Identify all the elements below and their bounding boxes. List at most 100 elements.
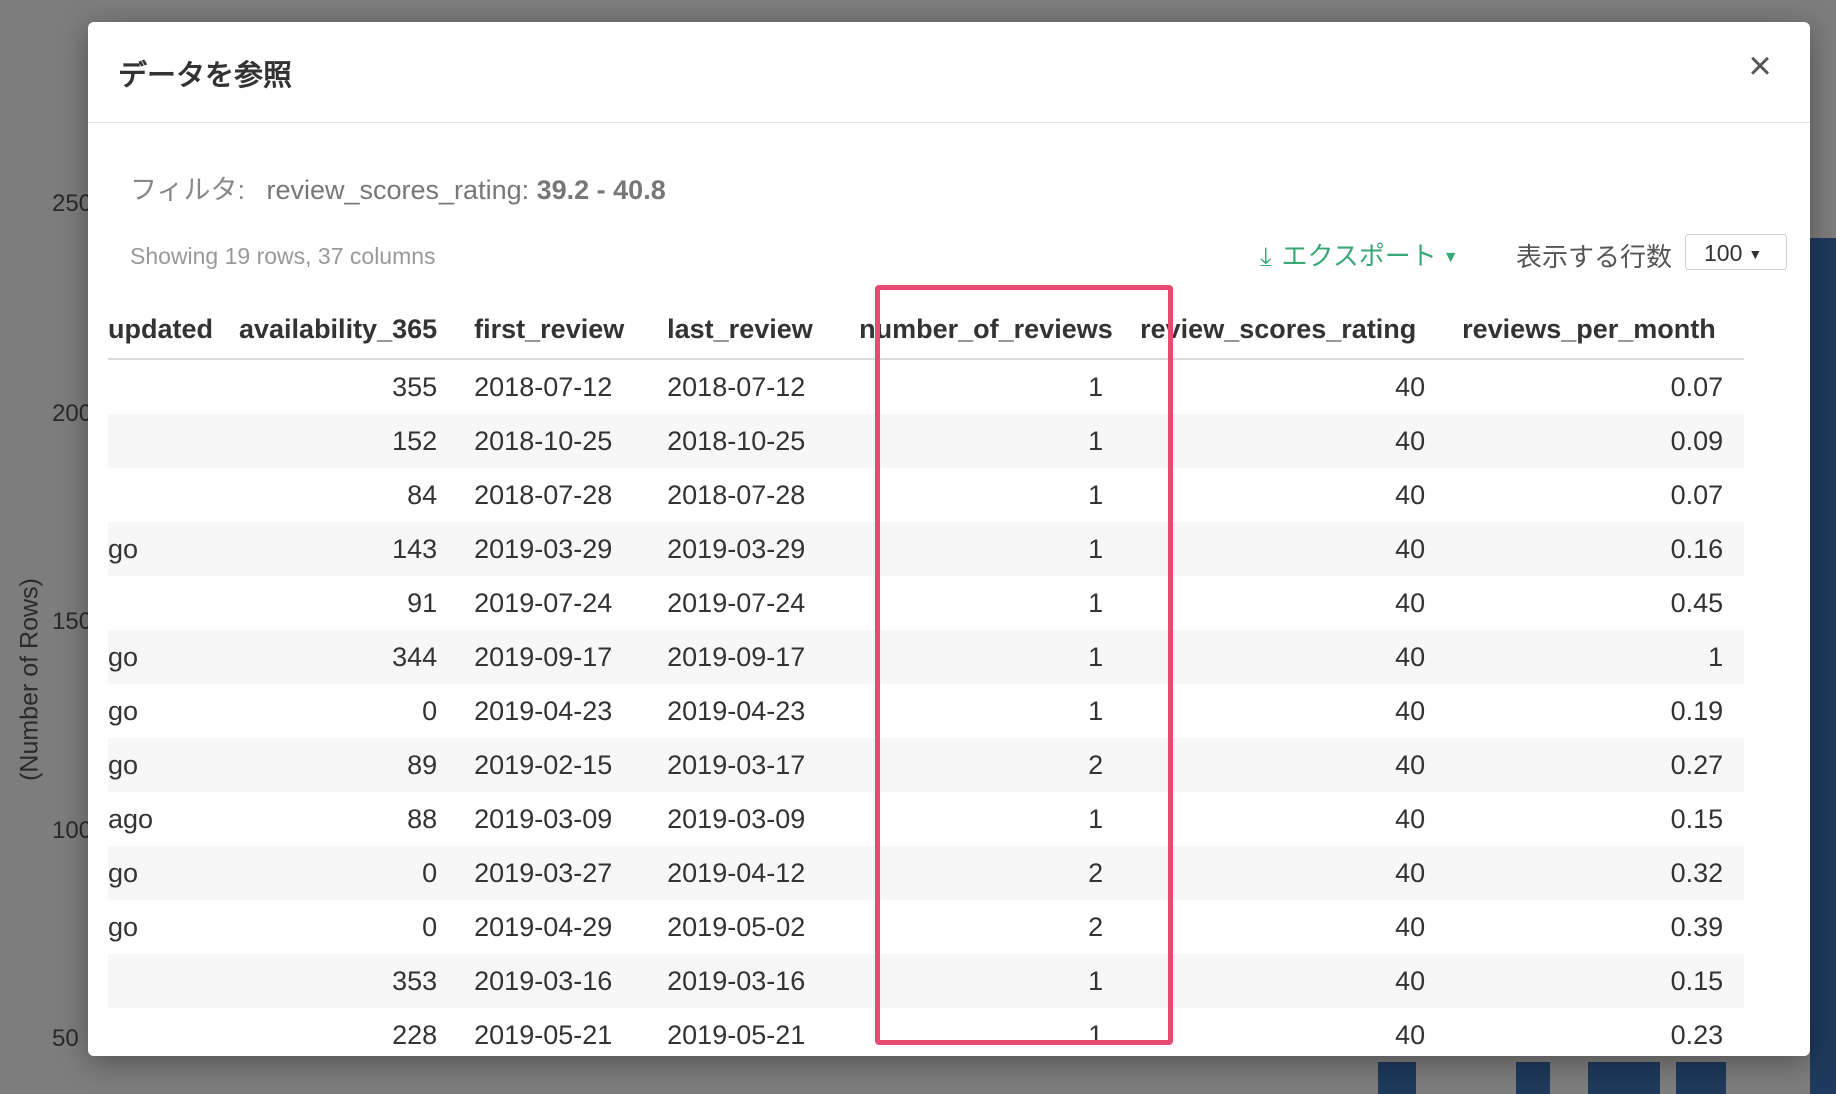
download-icon: ⤓ (1260, 241, 1272, 271)
table-cell: 0.15 (1446, 954, 1745, 1008)
table-cell: 0.27 (1446, 738, 1745, 792)
table-cell: go (108, 846, 239, 900)
table-cell: 2 (1088, 911, 1104, 942)
table-cell: 40 (1124, 522, 1447, 576)
column-header[interactable]: last_review (651, 300, 844, 360)
filter-summary: フィルタ: review_scores_rating: 39.2 - 40.8 (130, 168, 666, 207)
data-table: updated availability_365 first_review la… (108, 300, 1745, 1056)
table-cell: 143 (239, 522, 459, 576)
table-cell: 2019-09-17 (458, 630, 652, 684)
table-cell: 1 (1088, 371, 1104, 402)
table-cell (108, 576, 239, 630)
table-cell: 0.15 (1670, 803, 1724, 834)
table-cell: 40 (1395, 587, 1426, 618)
y-tick-label: 150 (52, 608, 93, 635)
table-cell: 2019-03-29 (458, 522, 652, 576)
table-cell: go (108, 911, 139, 942)
table-row[interactable]: 228 2019-05-21 2019-05-21 1 40 0.23 (108, 1008, 1744, 1056)
table-cell: go (108, 738, 239, 792)
table-cell: 40 (1124, 738, 1447, 792)
table-cell: 0.07 (1670, 479, 1724, 510)
export-button[interactable]: ⤓ エクスポート ▼ (1260, 236, 1459, 273)
table-cell: go (108, 695, 139, 726)
table-row[interactable]: go 0 2019-04-23 2019-04-23 1 40 0.19 (108, 684, 1744, 738)
chart-bar (1588, 1062, 1660, 1094)
table-cell: 1 (1088, 587, 1104, 618)
table-cell: 2019-03-09 (667, 803, 806, 834)
table-row[interactable]: go 0 2019-03-27 2019-04-12 2 40 0.32 (108, 846, 1745, 900)
modal-title: データを参照 (118, 60, 293, 92)
modal-header: データを参照 × (88, 22, 1810, 123)
table-cell: 2019-05-02 (667, 911, 806, 942)
column-header[interactable]: updated (108, 300, 239, 360)
table-cell: 1 (843, 522, 1125, 576)
table-cell: 2019-03-09 (474, 803, 613, 834)
table-row[interactable]: 91 2019-07-24 2019-07-24 1 40 0.45 (108, 576, 1744, 630)
table-cell: 355 (392, 371, 438, 402)
y-tick-label: 100 (52, 817, 93, 844)
data-table-scroll[interactable]: updated availability_365 first_review la… (108, 300, 1788, 1056)
table-cell: 2 (843, 738, 1125, 792)
column-header[interactable]: availability_365 (239, 300, 459, 360)
column-header[interactable]: reviews_per_month (1446, 300, 1745, 360)
table-cell: 2019-04-29 (474, 911, 613, 942)
close-icon[interactable]: × (1740, 46, 1780, 86)
filter-label: フィルタ: (130, 175, 245, 205)
table-cell: 1 (1088, 1019, 1104, 1050)
table-row[interactable]: go 344 2019-09-17 2019-09-17 1 40 1 (108, 630, 1745, 684)
table-cell: 2019-03-29 (651, 522, 844, 576)
column-header[interactable]: first_review (458, 300, 652, 360)
table-row[interactable]: 355 2018-07-12 2018-07-12 1 40 0.07 (108, 359, 1744, 414)
table-cell: 40 (1395, 479, 1426, 510)
rows-per-page-value: 100 (1704, 240, 1743, 266)
table-cell (108, 1008, 239, 1056)
table-cell: 344 (239, 630, 459, 684)
table-row[interactable]: go 0 2019-04-29 2019-05-02 2 40 0.39 (108, 900, 1744, 954)
table-cell (108, 414, 239, 468)
table-cell: 89 (239, 738, 459, 792)
table-cell: 2019-04-23 (474, 695, 613, 726)
data-view-modal: データを参照 × フィルタ: review_scores_rating: 39.… (88, 22, 1810, 1056)
table-row[interactable]: 353 2019-03-16 2019-03-16 1 40 0.15 (108, 954, 1745, 1008)
table-cell: 0 (422, 695, 438, 726)
table-cell: 40 (1124, 954, 1447, 1008)
table-cell: 2019-05-21 (474, 1019, 613, 1050)
table-row[interactable]: go 143 2019-03-29 2019-03-29 1 40 0.16 (108, 522, 1745, 576)
table-header-row: updated availability_365 first_review la… (108, 300, 1745, 360)
table-cell: 1 (1088, 479, 1104, 510)
filter-range: 39.2 - 40.8 (536, 175, 666, 205)
table-cell: 1 (1088, 695, 1104, 726)
table-cell: 40 (1395, 1019, 1426, 1050)
table-cell: 2018-10-25 (651, 414, 844, 468)
rows-per-page-select[interactable]: 100 ▼ (1685, 234, 1787, 270)
row-count-summary: Showing 19 rows, 37 columns (130, 243, 436, 269)
table-row[interactable]: ago 88 2019-03-09 2019-03-09 1 40 0.15 (108, 792, 1744, 846)
table-cell: 40 (1124, 414, 1447, 468)
table-row[interactable]: 152 2018-10-25 2018-10-25 1 40 0.09 (108, 414, 1745, 468)
column-header[interactable]: number_of_reviews (843, 300, 1125, 360)
table-cell: 84 (407, 479, 438, 510)
table-cell: 2018-07-28 (474, 479, 613, 510)
table-cell: 0.09 (1446, 414, 1745, 468)
table-cell: 0.32 (1446, 846, 1745, 900)
table-cell (108, 468, 239, 522)
column-header[interactable]: review_scores_rating (1124, 300, 1447, 360)
rows-per-page-label: 表示する行数 (1516, 242, 1673, 272)
table-cell: 2019-03-16 (458, 954, 652, 1008)
table-cell: 40 (1395, 695, 1426, 726)
table-cell: 152 (239, 414, 459, 468)
table-cell: 1 (1088, 803, 1104, 834)
y-axis-label: (Number of Rows) (15, 578, 44, 781)
table-cell: 2019-07-24 (667, 587, 806, 618)
table-cell: 2019-05-21 (667, 1019, 806, 1050)
table-cell: 0.23 (1670, 1019, 1724, 1050)
chart-bar (1810, 238, 1836, 1094)
table-cell: 1 (843, 630, 1125, 684)
table-row[interactable]: go 89 2019-02-15 2019-03-17 2 40 0.27 (108, 738, 1745, 792)
table-row[interactable]: 84 2018-07-28 2018-07-28 1 40 0.07 (108, 468, 1744, 522)
table-cell: go (108, 630, 239, 684)
y-tick-label: 50 (52, 1025, 79, 1052)
table-cell: 2 (843, 846, 1125, 900)
table-cell: 88 (407, 803, 438, 834)
table-cell: 40 (1395, 371, 1426, 402)
